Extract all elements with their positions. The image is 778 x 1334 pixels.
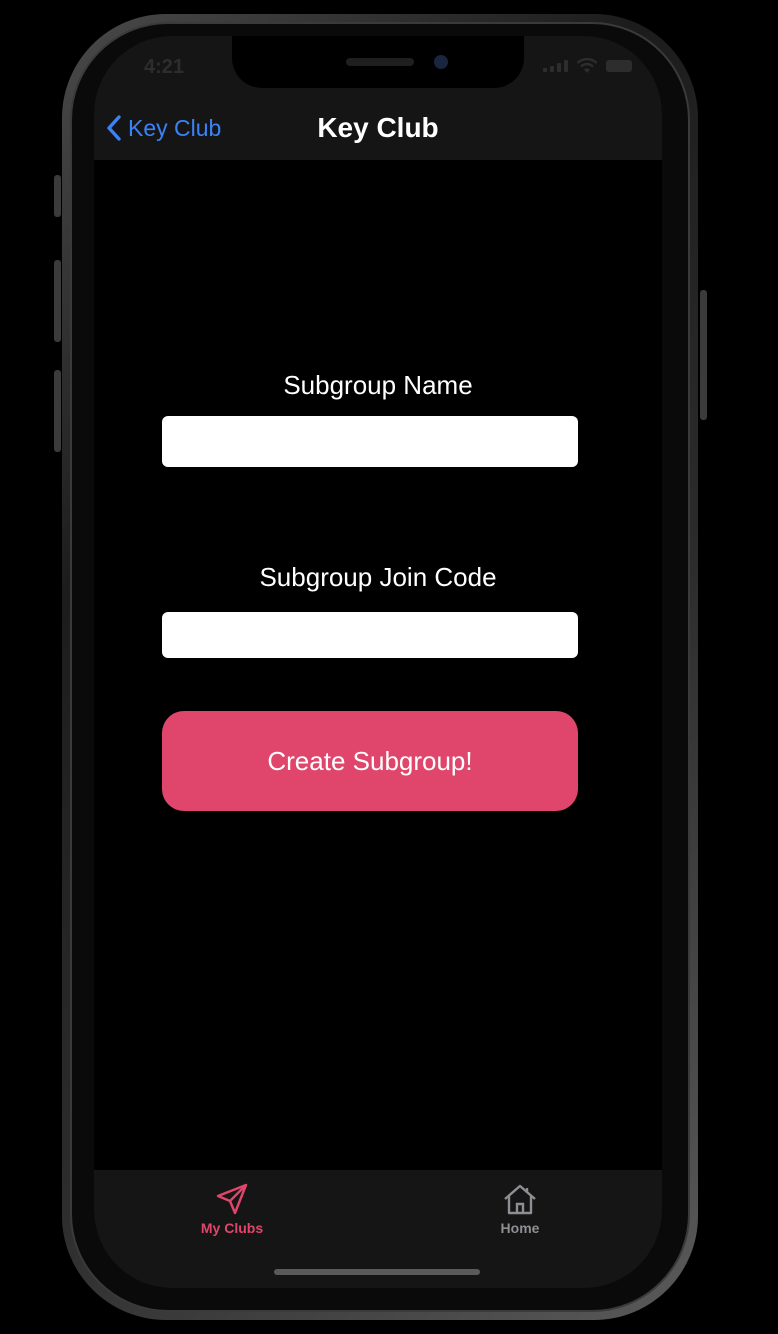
earpiece-speaker bbox=[346, 58, 414, 66]
front-camera bbox=[434, 55, 448, 69]
volume-down-button bbox=[54, 370, 61, 452]
paper-plane-icon bbox=[216, 1183, 248, 1215]
tab-my-clubs[interactable]: My Clubs bbox=[172, 1182, 292, 1236]
wifi-icon bbox=[576, 58, 598, 73]
volume-up-button bbox=[54, 260, 61, 342]
house-icon bbox=[504, 1184, 536, 1215]
home-indicator[interactable] bbox=[274, 1269, 480, 1275]
tab-home[interactable]: Home bbox=[460, 1182, 580, 1236]
page: 4:21 Key Club Key Club Subgroup Name Sub… bbox=[0, 0, 778, 1334]
subgroup-join-code-label: Subgroup Join Code bbox=[259, 562, 497, 592]
subgroup-name-input[interactable] bbox=[162, 416, 578, 467]
cellular-signal-icon bbox=[543, 60, 568, 72]
battery-icon bbox=[606, 60, 632, 72]
status-icons bbox=[543, 58, 632, 74]
create-subgroup-button[interactable]: Create Subgroup! bbox=[162, 711, 578, 811]
status-time: 4:21 bbox=[144, 56, 185, 78]
subgroup-join-code-input[interactable] bbox=[162, 612, 578, 658]
page-title: Key Club bbox=[317, 112, 439, 143]
screen: 4:21 Key Club Key Club Subgroup Name Sub… bbox=[94, 36, 662, 1288]
navigation-bar: Key Club Key Club bbox=[94, 100, 662, 160]
power-button bbox=[700, 290, 707, 420]
mute-switch bbox=[54, 175, 61, 217]
tab-home-label: Home bbox=[500, 1220, 540, 1236]
tab-my-clubs-label: My Clubs bbox=[200, 1220, 264, 1236]
subgroup-name-label: Subgroup Name bbox=[283, 370, 473, 400]
